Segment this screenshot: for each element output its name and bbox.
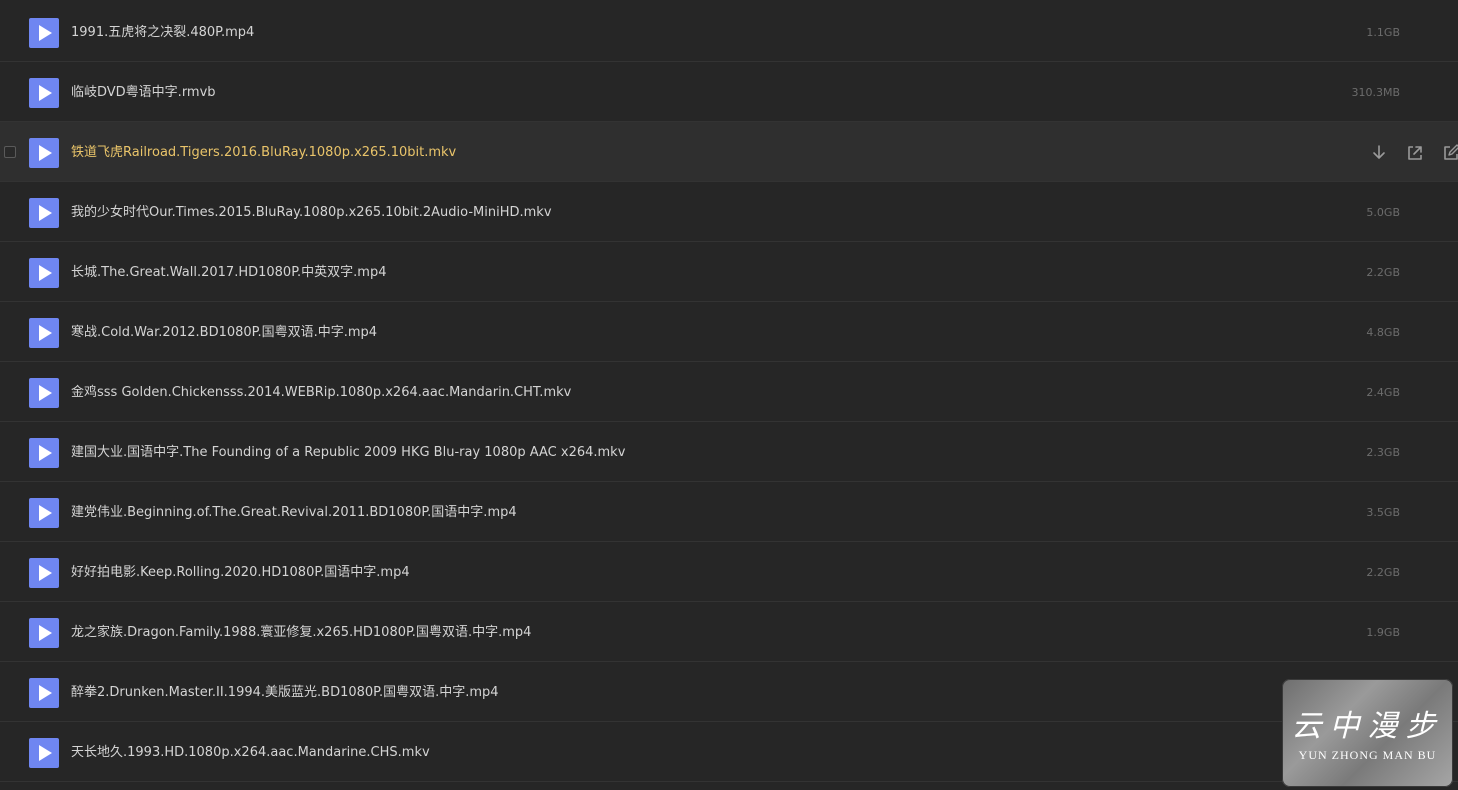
file-name[interactable]: 龙之家族.Dragon.Family.1988.寰亚修复.x265.HD1080… [71,623,531,643]
file-size: 5.0GB [1366,206,1400,219]
file-size: 2.2GB [1366,566,1400,579]
row-checkbox[interactable] [4,146,16,158]
play-icon[interactable] [29,438,59,468]
play-icon[interactable] [29,138,59,168]
file-row[interactable]: 1991.五虎将之决裂.480P.mp4 1.1GB [0,2,1458,62]
file-name[interactable]: 金鸡sss Golden.Chickensss.2014.WEBRip.1080… [71,383,571,403]
file-row[interactable]: 我的少女时代Our.Times.2015.BluRay.1080p.x265.1… [0,182,1458,242]
file-name[interactable]: 好好拍电影.Keep.Rolling.2020.HD1080P.国语中字.mp4 [71,563,410,583]
file-row[interactable]: 龙之家族.Dragon.Family.1988.寰亚修复.x265.HD1080… [0,602,1458,662]
file-size: 2.4GB [1366,386,1400,399]
file-row[interactable]: 长城.The.Great.Wall.2017.HD1080P.中英双字.mp4 2… [0,242,1458,302]
play-icon[interactable] [29,258,59,288]
file-name[interactable]: 天长地久.1993.HD.1080p.x264.aac.Mandarine.CH… [71,743,430,763]
play-icon[interactable] [29,738,59,768]
file-size: 1.1GB [1366,26,1400,39]
file-name[interactable]: 建党伟业.Beginning.of.The.Great.Revival.2011… [71,503,517,523]
watermark-chinese-text: 云中漫步 [1291,709,1444,744]
play-icon[interactable] [29,558,59,588]
file-row[interactable]: 金鸡sss Golden.Chickensss.2014.WEBRip.1080… [0,362,1458,422]
file-size: 310.3MB [1351,86,1400,99]
file-row[interactable]: 天长地久.1993.HD.1080p.x264.aac.Mandarine.CH… [0,722,1458,782]
download-icon[interactable] [1368,142,1390,164]
file-size: 1.9GB [1366,626,1400,639]
file-row[interactable]: 醉拳2.Drunken.Master.II.1994.美版蓝光.BD1080P.… [0,662,1458,722]
file-list: 1991.五虎将之决裂.480P.mp4 1.1GB 临岐DVD粤语中字.rmvb 3… [0,0,1458,790]
file-row[interactable]: 建国大业.国语中字.The Founding of a Republic 200… [0,422,1458,482]
file-size: 4.8GB [1366,326,1400,339]
watermark-logo: 云中漫步 YUN ZHONG MAN BU [1282,679,1453,787]
file-row[interactable]: 建党伟业.Beginning.of.The.Great.Revival.2011… [0,482,1458,542]
file-name[interactable]: 铁道飞虎Railroad.Tigers.2016.BluRay.1080p.x2… [71,143,456,163]
file-row[interactable]: 铁道飞虎Railroad.Tigers.2016.BluRay.1080p.x2… [0,122,1458,182]
file-name[interactable]: 长城.The.Great.Wall.2017.HD1080P.中英双字.mp4 [71,263,386,283]
share-icon[interactable] [1404,142,1426,164]
file-row[interactable]: 好好拍电影.Keep.Rolling.2020.HD1080P.国语中字.mp4… [0,542,1458,602]
play-icon[interactable] [29,618,59,648]
play-icon[interactable] [29,378,59,408]
file-name[interactable]: 醉拳2.Drunken.Master.II.1994.美版蓝光.BD1080P.… [71,683,499,703]
file-size: 2.2GB [1366,266,1400,279]
watermark-english-text: YUN ZHONG MAN BU [1298,748,1437,762]
play-icon[interactable] [29,18,59,48]
file-row[interactable]: 寒战.Cold.War.2012.BD1080P.国粤双语.中字.mp4 4.8G… [0,302,1458,362]
file-name[interactable]: 建国大业.国语中字.The Founding of a Republic 200… [71,443,625,463]
file-size: 3.5GB [1366,506,1400,519]
file-name[interactable]: 寒战.Cold.War.2012.BD1080P.国粤双语.中字.mp4 [71,323,377,343]
play-icon[interactable] [29,198,59,228]
file-name[interactable]: 临岐DVD粤语中字.rmvb [71,83,216,103]
file-size: 2.3GB [1366,446,1400,459]
file-row[interactable]: 临岐DVD粤语中字.rmvb 310.3MB [0,62,1458,122]
play-icon[interactable] [29,498,59,528]
rename-icon[interactable] [1440,142,1458,164]
play-icon[interactable] [29,678,59,708]
file-name[interactable]: 我的少女时代Our.Times.2015.BluRay.1080p.x265.1… [71,203,552,223]
file-name[interactable]: 1991.五虎将之决裂.480P.mp4 [71,23,254,43]
play-icon[interactable] [29,78,59,108]
play-icon[interactable] [29,318,59,348]
